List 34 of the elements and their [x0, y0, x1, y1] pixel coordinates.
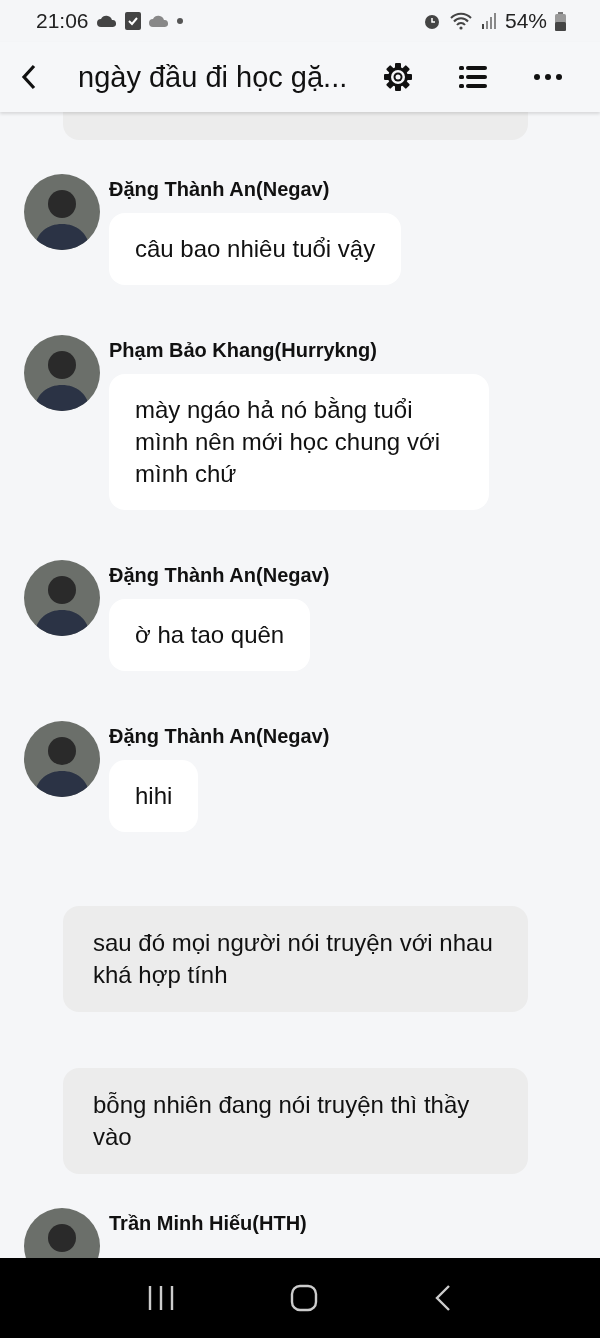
- home-button[interactable]: [290, 1284, 318, 1312]
- sender-name: Đặng Thành An(Negav): [109, 725, 330, 748]
- settings-icon: [383, 62, 413, 92]
- alarm-icon: [422, 12, 441, 30]
- clock-time: 21:06: [36, 9, 89, 33]
- narration-bubble: bỗng nhiên đang nói truyện thì thầy vào: [63, 1068, 528, 1174]
- sender-name: Đặng Thành An(Negav): [109, 178, 331, 201]
- cloud-icon: [148, 15, 169, 27]
- back-icon: [434, 1284, 452, 1312]
- list-icon: [459, 65, 487, 89]
- sender-name: Trần Minh Hiếu(HTH): [109, 1212, 307, 1235]
- chat-title: ngày đầu đi học gặ...: [78, 60, 349, 94]
- back-icon: [21, 64, 37, 90]
- checkbox-icon: [124, 12, 141, 30]
- signal-icon: [480, 13, 497, 29]
- recent-apps-icon: [148, 1285, 174, 1311]
- message-bubble: mày ngáo hả nó bằng tuổi mình nên mới học chung với mình chứ: [109, 374, 489, 510]
- dot-icon: [176, 18, 183, 24]
- cloud-icon: [96, 15, 117, 27]
- settings-button[interactable]: [382, 61, 414, 93]
- message-bubble: hihi: [109, 760, 199, 832]
- wifi-icon: [448, 12, 473, 30]
- recent-apps-button[interactable]: [148, 1285, 174, 1311]
- more-icon: [534, 74, 562, 80]
- narration-bubble: sau đó mọi người nói truyện với nhau khá hợp tính: [63, 906, 528, 1012]
- home-icon: [290, 1284, 318, 1312]
- message-bubble: câu bao nhiêu tuổi vậy: [109, 213, 402, 285]
- sender-name: Đặng Thành An(Negav): [109, 564, 330, 587]
- list-button[interactable]: [458, 64, 488, 90]
- message-bubble: ờ ha tao quên: [109, 599, 311, 671]
- sender-name: Phạm Bảo Khang(Hurrykng): [109, 339, 378, 362]
- battery-percent: 54%: [504, 9, 547, 33]
- battery-icon: [555, 11, 566, 31]
- back-button[interactable]: [434, 1284, 452, 1312]
